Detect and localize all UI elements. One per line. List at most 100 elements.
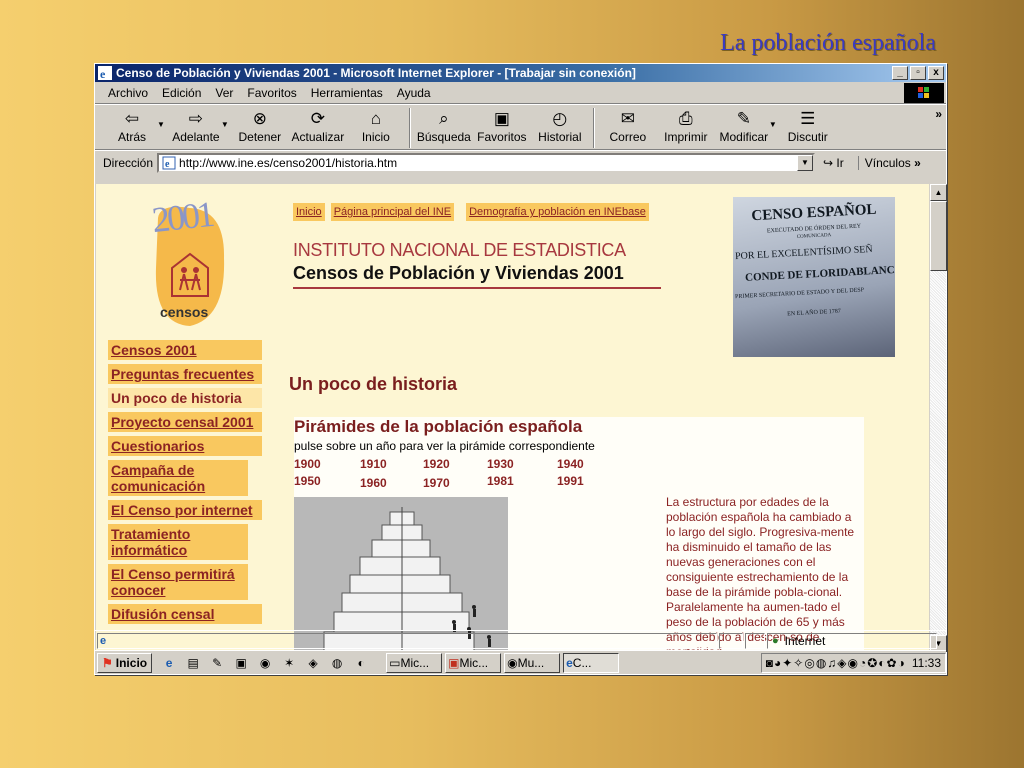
sidenav-censos-2001[interactable]: Censos 2001 xyxy=(108,340,262,360)
status-cell-blank xyxy=(745,632,765,649)
vertical-scrollbar[interactable]: ▲ ▼ xyxy=(929,184,947,652)
year-link[interactable]: 1920 xyxy=(423,457,450,471)
forward-dropdown-icon[interactable]: ▼ xyxy=(221,120,229,129)
task-folder[interactable]: ▭ Mic... xyxy=(386,652,443,673)
side-nav: Censos 2001 Preguntas frecuentes Un poco… xyxy=(108,340,262,628)
slide-title: La población española xyxy=(720,30,936,56)
restore-button[interactable]: ▫ xyxy=(910,66,926,80)
minimize-button[interactable]: _ xyxy=(892,66,908,80)
quicklaunch-tool-icon[interactable]: ✶ xyxy=(280,654,298,672)
census-title: Censos de Población y Viviendas 2001 xyxy=(293,263,624,283)
scroll-thumb[interactable] xyxy=(930,201,947,271)
back-dropdown-icon[interactable]: ▼ xyxy=(157,120,165,129)
sidenav-tratamiento[interactable]: Tratamiento informático xyxy=(108,524,248,560)
window-title: Censo de Población y Viviendas 2001 - Mi… xyxy=(116,66,636,80)
year-link[interactable]: 1900 xyxy=(294,457,321,471)
close-button[interactable]: x xyxy=(928,66,944,80)
year-link[interactable]: 1910 xyxy=(360,457,387,471)
sidenav-permitira[interactable]: El Censo permitirá conocer xyxy=(108,564,248,600)
back-button[interactable]: ⇦ Atrás xyxy=(103,108,161,144)
task-ie[interactable]: e C... xyxy=(563,652,620,673)
quicklaunch-notepad-icon[interactable]: ✎ xyxy=(208,654,226,672)
year-link[interactable]: 1950 xyxy=(294,474,321,488)
year-link[interactable]: 1940 xyxy=(557,457,584,471)
search-icon: ⌕ xyxy=(439,109,449,128)
task-powerpoint[interactable]: ▣ Mic... xyxy=(445,652,502,673)
offline-icon xyxy=(719,632,743,649)
title-bar[interactable]: e Censo de Población y Viviendas 2001 - … xyxy=(95,64,946,82)
sidenav-preguntas[interactable]: Preguntas frecuentes xyxy=(108,364,262,384)
year-link[interactable]: 1981 xyxy=(487,474,514,488)
forward-button[interactable]: ⇨ Adelante xyxy=(167,108,225,144)
nav-ine-home[interactable]: Página principal del INE xyxy=(330,203,455,221)
clock: 11:33 xyxy=(911,655,941,670)
go-button[interactable]: ↪ Ir xyxy=(823,156,844,170)
edit-button[interactable]: ✎ Modificar xyxy=(715,108,773,144)
scroll-up-icon[interactable]: ▲ xyxy=(930,184,947,201)
edit-icon: ✎ xyxy=(736,109,751,128)
globe-icon: ● xyxy=(772,634,779,647)
pyramids-subtitle: pulse sobre un año para ver la pirámide … xyxy=(294,439,595,453)
home-button[interactable]: ⌂ Inicio xyxy=(347,108,405,144)
refresh-icon: ⟳ xyxy=(310,109,325,128)
windows-logo-icon xyxy=(904,83,944,103)
year-link[interactable]: 1960 xyxy=(360,476,387,490)
menu-archivo[interactable]: Archivo xyxy=(101,86,155,100)
start-button[interactable]: ⚑ Inicio xyxy=(97,652,153,673)
sidenav-cuestionarios[interactable]: Cuestionarios xyxy=(108,436,262,456)
sidenav-campana[interactable]: Campaña de comunicación xyxy=(108,460,248,496)
mail-icon: ✉ xyxy=(620,109,635,128)
nav-inicio[interactable]: Inicio xyxy=(293,203,325,221)
year-link[interactable]: 1991 xyxy=(557,474,584,488)
menu-favoritos[interactable]: Favoritos xyxy=(240,86,303,100)
back-arrow-icon: ⇦ xyxy=(124,109,140,128)
quicklaunch-player-icon[interactable]: ◐ xyxy=(352,654,370,672)
refresh-button[interactable]: ⟳ Actualizar xyxy=(289,108,347,144)
nav-inebase[interactable]: Demografía y población en INEbase xyxy=(466,203,649,221)
task-media[interactable]: ◉ Mu... xyxy=(504,652,561,673)
edit-dropdown-icon[interactable]: ▼ xyxy=(769,120,777,129)
menu-ver[interactable]: Ver xyxy=(208,86,240,100)
quicklaunch-messenger-icon[interactable]: ◈ xyxy=(304,654,322,672)
menu-edicion[interactable]: Edición xyxy=(155,86,208,100)
stop-icon: ⊗ xyxy=(252,109,267,128)
pyramid-sculpture-image xyxy=(294,497,508,652)
sidenav-historia[interactable]: Un poco de historia xyxy=(108,388,262,408)
quicklaunch-media-icon[interactable]: ◉ xyxy=(256,654,274,672)
address-dropdown-icon[interactable]: ▼ xyxy=(797,154,814,171)
mail-button[interactable]: ✉ Correo xyxy=(599,108,657,144)
logo-word: censos xyxy=(160,304,209,320)
print-button[interactable]: ⎙ Imprimir xyxy=(657,108,715,144)
links-button[interactable]: Vínculos » xyxy=(857,155,921,170)
logo-year: 2001 xyxy=(150,193,214,241)
quicklaunch-ie-icon[interactable]: e xyxy=(160,654,178,672)
toolbar: ⇦ Atrás ▼ ⇨ Adelante ▼ ⊗ Detener ⟳ Actualiza… xyxy=(95,104,946,150)
address-url[interactable]: http://www.ine.es/censo2001/historia.htm xyxy=(179,156,797,170)
quicklaunch-explorer-icon[interactable]: ▣ xyxy=(232,654,250,672)
quicklaunch-desktop-icon[interactable]: ▤ xyxy=(184,654,202,672)
menu-ayuda[interactable]: Ayuda xyxy=(390,86,438,100)
search-button[interactable]: ⌕ Búsqueda xyxy=(415,108,473,144)
favorites-button[interactable]: ▣ Favoritos xyxy=(473,108,531,144)
year-link[interactable]: 1930 xyxy=(487,457,514,471)
page-heading: Un poco de historia xyxy=(289,374,458,394)
svg-text:e: e xyxy=(165,159,170,170)
toolbar-separator xyxy=(408,108,411,148)
stop-button[interactable]: ⊗ Detener xyxy=(231,108,289,144)
censos-logo: 2001 censos xyxy=(150,194,230,328)
tray-icons[interactable]: ◙◕✦✧◎◍♫◈◉◔✪◐✿◑ xyxy=(766,656,906,670)
browser-window: e Censo de Población y Viviendas 2001 - … xyxy=(94,63,947,675)
address-label: Dirección xyxy=(103,155,154,170)
address-input[interactable]: e http://www.ine.es/censo2001/historia.h… xyxy=(157,152,816,173)
address-bar: Dirección e http://www.ine.es/censo2001/… xyxy=(95,150,946,174)
year-link[interactable]: 1970 xyxy=(423,476,450,490)
quicklaunch-camera-icon[interactable]: ◍ xyxy=(328,654,346,672)
svg-text:e: e xyxy=(100,67,106,80)
history-button[interactable]: ◴ Historial xyxy=(531,108,589,144)
sidenav-proyecto[interactable]: Proyecto censal 2001 xyxy=(108,412,262,432)
toolbar-more-chevron[interactable]: » xyxy=(935,107,942,121)
sidenav-difusion[interactable]: Difusión censal xyxy=(108,604,262,624)
sidenav-internet[interactable]: El Censo por internet xyxy=(108,500,262,520)
discuss-button[interactable]: ☰ Discutir xyxy=(779,108,837,144)
menu-herramientas[interactable]: Herramientas xyxy=(304,86,390,100)
